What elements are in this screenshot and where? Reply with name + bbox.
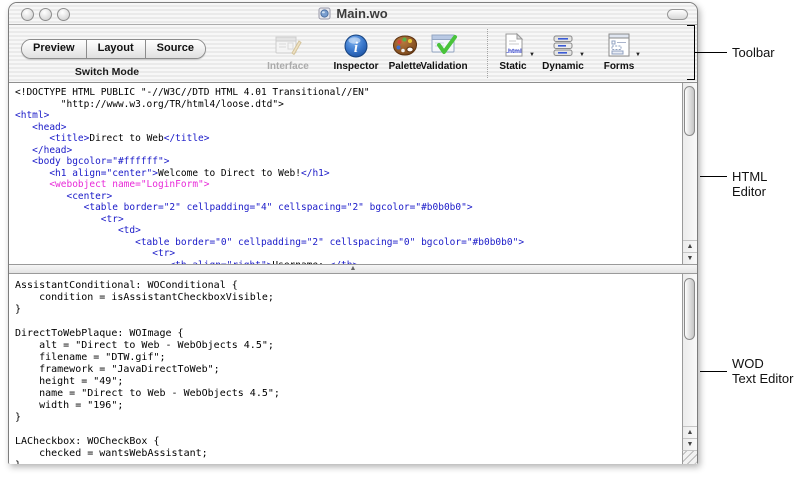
code-line: </head>	[15, 145, 682, 157]
code-line: alt = "Direct to Web - WebObjects 4.5";	[15, 340, 682, 352]
segment-preview[interactable]: Preview	[22, 40, 87, 58]
dynamic-label: Dynamic	[542, 61, 584, 72]
toolbar-callout-line	[695, 52, 727, 53]
toolbar-callout-bracket	[687, 25, 695, 80]
code-line: framework = "JavaDirectToWeb";	[15, 364, 682, 376]
dynamic-button[interactable]: ▼ Dynamic	[534, 29, 592, 72]
html-editor-callout-label: HTML Editor	[732, 169, 797, 199]
code-line: <center>	[15, 191, 682, 203]
html-scroll-up-arrow[interactable]: ▲	[683, 240, 697, 252]
code-line: <table border="0" cellpadding="2" cellsp…	[15, 237, 682, 249]
wod-editor-callout-line	[700, 371, 727, 372]
segment-layout[interactable]: Layout	[87, 40, 146, 58]
code-line: <h1 align="center">Welcome to Direct to …	[15, 168, 682, 180]
code-line: checked = wantsWebAssistant;	[15, 448, 682, 460]
interface-label: Interface	[267, 61, 309, 72]
forms-dropdown-arrow[interactable]: ▼	[635, 52, 641, 58]
code-line: "http://www.w3.org/TR/html4/loose.dtd">	[15, 99, 682, 111]
forms-label: Forms	[604, 61, 635, 72]
code-line: width = "196";	[15, 400, 682, 412]
main-window: Main.wo Preview Layout Source Switch Mod…	[8, 2, 698, 464]
svg-text:.html: .html	[506, 48, 522, 55]
code-line: AssistantConditional: WOConditional {	[15, 280, 682, 292]
window-resize-grip[interactable]	[682, 450, 697, 464]
code-line: <title>Direct to Web</title>	[15, 133, 682, 145]
html-editor-scrollbar[interactable]: ▲ ▼	[682, 83, 697, 264]
code-line	[15, 316, 682, 328]
html-document-icon: .html ▼	[498, 29, 528, 59]
wod-editor-pane: AssistantConditional: WOConditional { co…	[9, 274, 697, 464]
code-line: filename = "DTW.gif";	[15, 352, 682, 364]
wod-editor-text[interactable]: AssistantConditional: WOConditional { co…	[9, 274, 682, 464]
wod-editor-callout-label-2: Text Editor	[732, 371, 793, 386]
code-line: LACheckbox: WOCheckBox {	[15, 436, 682, 448]
html-scroll-thumb[interactable]	[684, 86, 695, 136]
inspector-label: Inspector	[333, 61, 378, 72]
segment-source[interactable]: Source	[146, 40, 205, 58]
html-editor-callout-line	[700, 176, 727, 177]
code-line: <webobject name="LoginForm">	[15, 179, 682, 191]
switch-mode-segmented-control: Preview Layout Source	[21, 39, 206, 59]
code-line: name = "Direct to Web - WebObjects 4.5";	[15, 388, 682, 400]
form-window-icon: ▼	[604, 29, 634, 59]
code-line: height = "49";	[15, 376, 682, 388]
interface-button: Interface	[259, 29, 317, 72]
code-line: <head>	[15, 122, 682, 134]
document-icon	[318, 7, 331, 20]
interface-icon	[273, 29, 303, 59]
validation-button[interactable]: Validation	[415, 29, 473, 72]
code-line: }	[15, 412, 682, 424]
code-line	[15, 424, 682, 436]
splitter-collapse-icon[interactable]: ▲	[350, 266, 357, 272]
wod-editor-callout-label-1: WOD	[732, 356, 764, 371]
toolbar-callout-label: Toolbar	[732, 45, 775, 60]
window-title-group: Main.wo	[318, 6, 387, 21]
validation-label: Validation	[420, 61, 467, 72]
window-title: Main.wo	[336, 6, 387, 21]
html-editor-text[interactable]: <!DOCTYPE HTML PUBLIC "-//W3C//DTD HTML …	[9, 83, 682, 264]
html-editor-pane: <!DOCTYPE HTML PUBLIC "-//W3C//DTD HTML …	[9, 83, 697, 264]
minimize-button[interactable]	[39, 8, 52, 21]
code-line: <html>	[15, 110, 682, 122]
code-line: <body bgcolor="#ffffff">	[15, 156, 682, 168]
inspector-icon: i	[341, 29, 371, 59]
code-line: }	[15, 460, 682, 464]
code-line: }	[15, 304, 682, 316]
code-line: <tr>	[15, 248, 682, 260]
code-line: <table border="2" cellpadding="4" cellsp…	[15, 202, 682, 214]
toolbar-toggle-button[interactable]	[667, 9, 688, 20]
validation-icon	[429, 29, 459, 59]
toolbar: Preview Layout Source Switch Mode Interf…	[9, 25, 697, 83]
html-scroll-down-arrow[interactable]: ▼	[683, 252, 697, 264]
wod-editor-scrollbar[interactable]: ▲ ▼	[682, 274, 697, 464]
dynamic-elements-icon: ▼	[548, 29, 578, 59]
code-line: DirectToWebPlaque: WOImage {	[15, 328, 682, 340]
code-line: condition = isAssistantCheckboxVisible;	[15, 292, 682, 304]
code-line: <tr>	[15, 214, 682, 226]
code-line: <td>	[15, 225, 682, 237]
close-button[interactable]	[21, 8, 34, 21]
static-label: Static	[499, 61, 526, 72]
title-bar[interactable]: Main.wo	[9, 3, 697, 25]
wod-scroll-up-arrow[interactable]: ▲	[683, 426, 697, 438]
dynamic-dropdown-arrow[interactable]: ▼	[579, 52, 585, 58]
switch-mode-label: Switch Mode	[21, 66, 193, 78]
wod-scroll-down-arrow[interactable]: ▼	[683, 438, 697, 450]
code-line: <!DOCTYPE HTML PUBLIC "-//W3C//DTD HTML …	[15, 87, 682, 99]
forms-button[interactable]: ▼ Forms	[590, 29, 648, 72]
zoom-button[interactable]	[57, 8, 70, 21]
pane-splitter[interactable]: ▲	[9, 264, 697, 274]
wod-scroll-thumb[interactable]	[684, 278, 695, 340]
